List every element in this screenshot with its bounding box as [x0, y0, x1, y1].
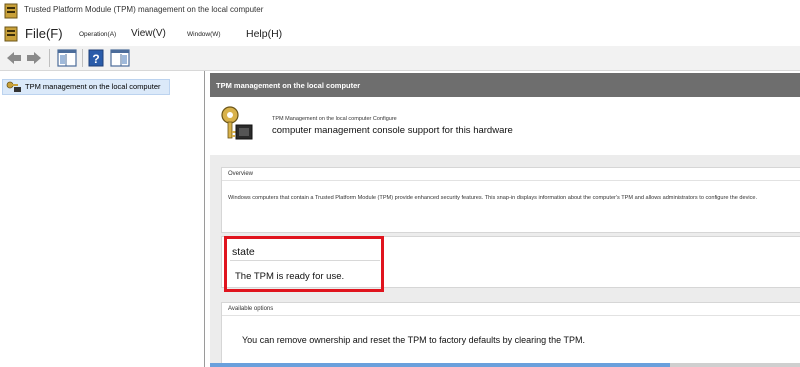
state-text: The TPM is ready for use. — [235, 271, 345, 282]
help-icon[interactable]: ? — [88, 49, 104, 67]
show-hide-tree-icon[interactable] — [57, 49, 77, 67]
back-arrow-icon[interactable] — [5, 49, 23, 67]
forward-arrow-icon[interactable] — [25, 49, 43, 67]
menu-help[interactable]: Help(H) — [246, 28, 282, 40]
title-bar: Trusted Platform Module (TPM) management… — [0, 0, 800, 22]
menu-file[interactable]: File(F) — [25, 26, 63, 41]
banner-subtitle: TPM Management on the local computer Con… — [272, 116, 397, 122]
key-chip-icon — [6, 81, 21, 92]
state-title: state — [232, 246, 255, 258]
tpm-console-icon — [4, 3, 18, 19]
toolbar-separator — [49, 49, 50, 67]
tree-pane: TPM management on the local computer — [0, 71, 205, 367]
options-section: Available options You can remove ownersh… — [221, 302, 800, 364]
horizontal-scrollbar[interactable] — [210, 363, 800, 367]
overview-section: Overview Windows computers that contain … — [221, 167, 800, 233]
menu-operation[interactable]: Operation(A) — [79, 31, 116, 38]
action-pane-icon[interactable] — [110, 49, 130, 67]
banner: TPM Management on the local computer Con… — [210, 97, 800, 156]
tree-item-tpm-management[interactable]: TPM management on the local computer — [2, 79, 170, 95]
divider — [222, 315, 800, 316]
options-text: You can remove ownership and reset the T… — [242, 335, 586, 345]
overview-title: Overview — [228, 171, 254, 177]
scrollbar-thumb[interactable] — [210, 363, 671, 367]
tree-item-label: TPM management on the local computer — [25, 82, 161, 91]
pane-header-title: TPM management on the local computer — [216, 81, 361, 90]
toolbar: ? — [0, 46, 800, 71]
toolbar-separator — [82, 49, 83, 67]
menu-bar: File(F) Operation(A) View(V) Window(W) H… — [0, 22, 800, 46]
options-title: Available options — [228, 306, 274, 312]
system-menu-icon[interactable] — [4, 26, 18, 42]
svg-text:?: ? — [92, 52, 99, 66]
menu-window[interactable]: Window(W) — [187, 31, 221, 38]
divider — [222, 180, 800, 181]
key-chip-icon — [221, 106, 253, 140]
overview-text: Windows computers that contain a Trusted… — [228, 195, 758, 201]
divider — [230, 260, 380, 261]
window-title: Trusted Platform Module (TPM) management… — [24, 5, 264, 14]
menu-view[interactable]: View(V) — [131, 28, 166, 39]
state-highlight-box: state The TPM is ready for use. — [224, 236, 384, 292]
details-pane: TPM management on the local computer TPM… — [206, 71, 800, 367]
pane-header: TPM management on the local computer — [210, 73, 800, 97]
banner-title: computer management console support for … — [272, 125, 513, 136]
